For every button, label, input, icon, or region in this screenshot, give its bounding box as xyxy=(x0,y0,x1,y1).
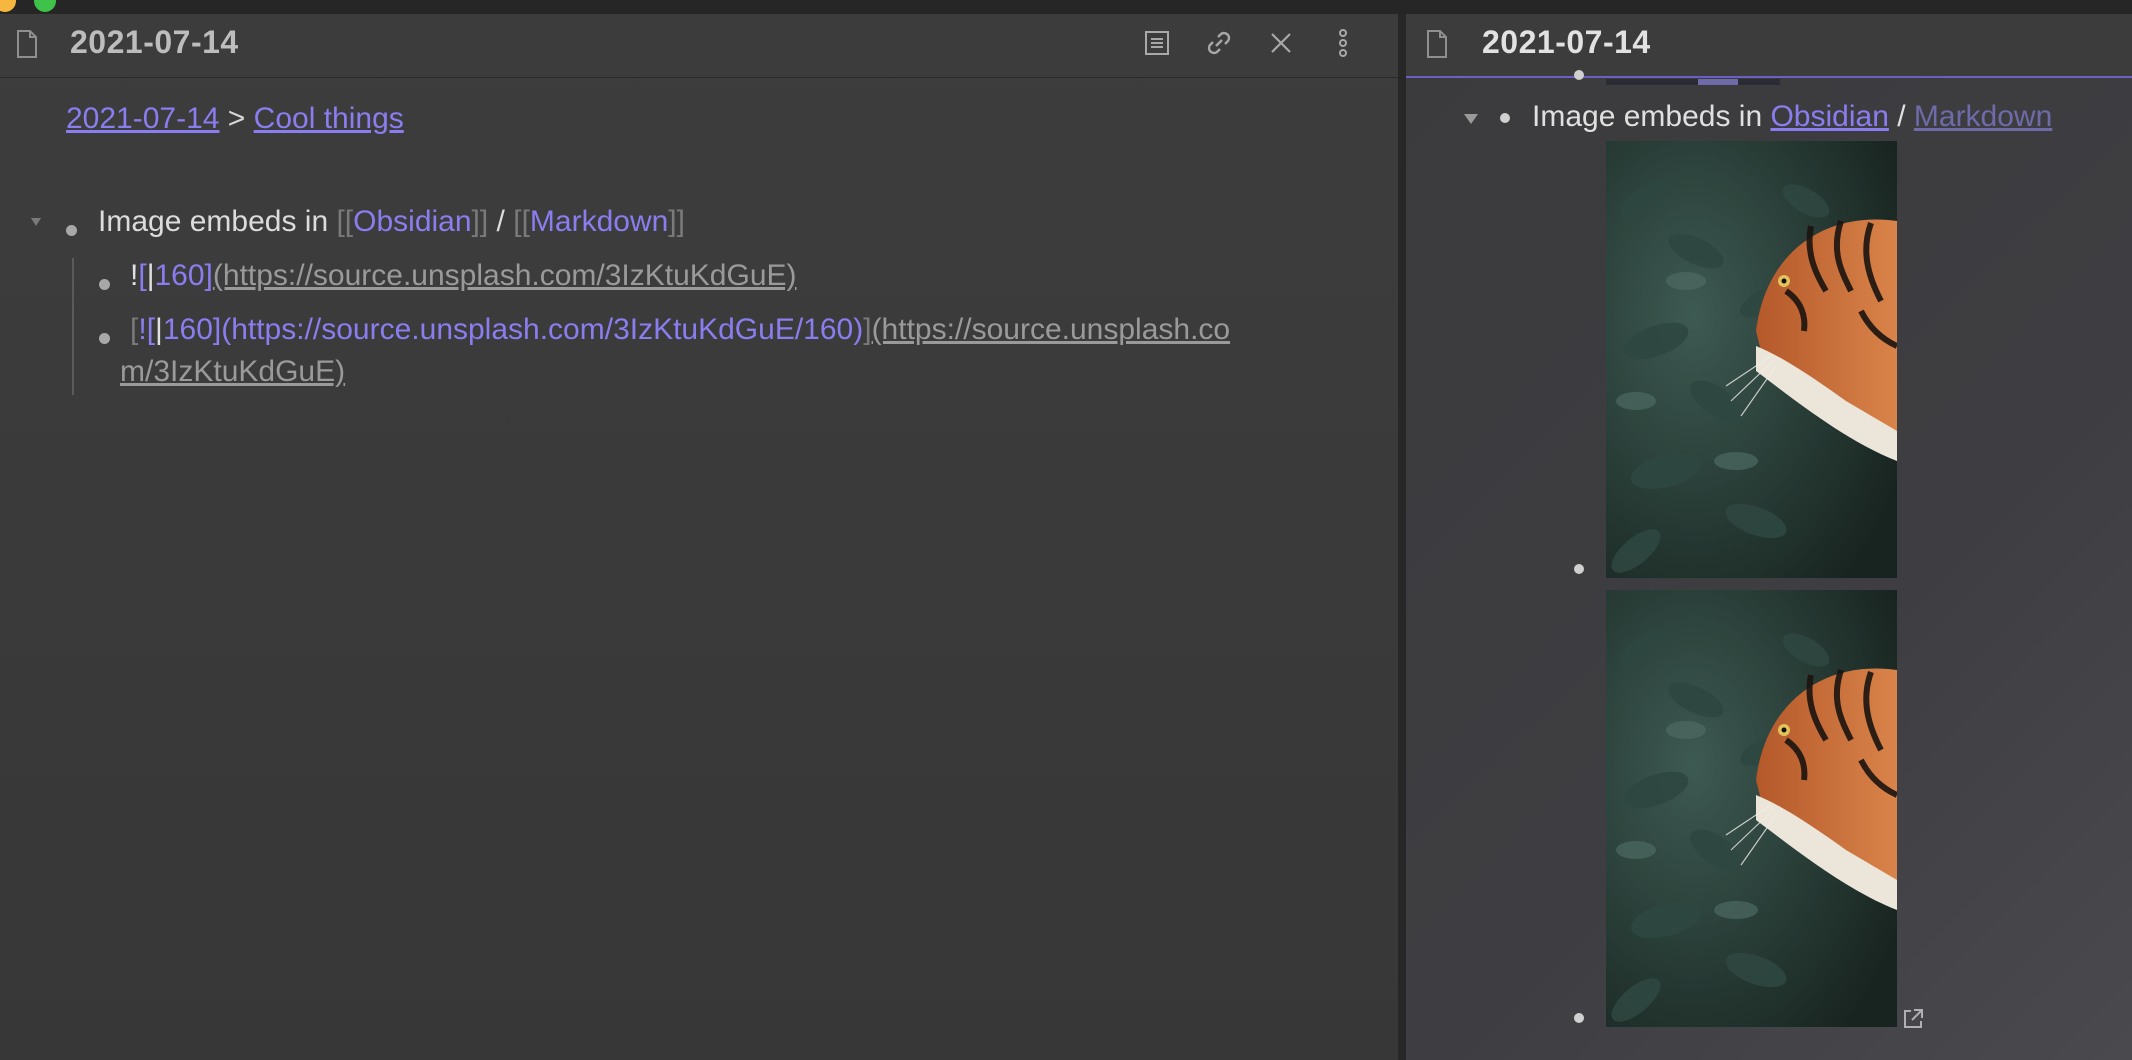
preview-slash: / xyxy=(1888,100,1914,133)
pane-title: 2021-07-14 xyxy=(70,24,239,60)
alt-open-bracket: [ xyxy=(146,313,156,346)
wikilink-obsidian[interactable]: Obsidian xyxy=(353,205,471,238)
preview-link-obsidian[interactable]: Obsidian xyxy=(1770,100,1888,133)
collapse-triangle-icon[interactable] xyxy=(1463,112,1479,130)
alt-text: 160 xyxy=(154,259,205,292)
alt-close-bracket: ] xyxy=(204,259,213,292)
preview-bullet xyxy=(1574,1013,1584,1023)
wikilink-close-bracket: ]] xyxy=(471,205,489,238)
reading-view-icon[interactable] xyxy=(1142,28,1172,58)
outline-item-child-2-wrap[interactable]: m/3IzKtuKdGuE) xyxy=(120,355,345,389)
indent-guide xyxy=(72,258,74,395)
outer-url-link[interactable]: (https://source.unsplash.co xyxy=(872,313,1231,346)
pane-title: 2021-07-14 xyxy=(1482,24,1651,60)
zoom-window-button[interactable] xyxy=(34,0,56,12)
close-icon[interactable] xyxy=(1266,28,1296,58)
preview-outline-item: Image embeds in Obsidian / Markdown xyxy=(1532,100,2052,134)
preview-text: Image embeds in xyxy=(1532,100,1771,133)
outline-bullet[interactable] xyxy=(66,225,77,236)
pane-header: 2021-07-14 xyxy=(0,14,1398,78)
breadcrumb: 2021-07-14 > Cool things xyxy=(66,102,404,136)
outline-item-child-1[interactable]: ![|160](https://source.unsplash.com/3IzK… xyxy=(130,259,797,293)
outline-slash: / xyxy=(488,205,514,238)
external-link-icon[interactable] xyxy=(1902,1008,1924,1035)
preview-link-markdown[interactable]: Markdown xyxy=(1914,100,2052,133)
outline-item-parent[interactable]: Image embeds in [[Obsidian]] / [[Markdow… xyxy=(98,205,685,239)
window-titlebar xyxy=(0,0,2132,14)
partial-embedded-image xyxy=(1606,79,1780,85)
outline-bullet[interactable] xyxy=(99,333,110,344)
wikilink-close-bracket: ]] xyxy=(668,205,685,238)
outer-url-link-wrap[interactable]: m/3IzKtuKdGuE) xyxy=(120,355,345,388)
outline-bullet[interactable] xyxy=(99,279,110,290)
pane-header: 2021-07-14 xyxy=(1406,14,2132,78)
more-vertical-icon[interactable] xyxy=(1328,28,1358,58)
outline-item-child-2[interactable]: [![|160](https://source.unsplash.com/3Iz… xyxy=(130,313,1230,347)
file-icon xyxy=(16,30,38,58)
pane-divider[interactable] xyxy=(1398,14,1406,1060)
pane-actions xyxy=(1142,28,1358,58)
text-cursor: | xyxy=(155,313,163,346)
preview-bullet xyxy=(1574,70,1584,80)
breadcrumb-date-link[interactable]: 2021-07-14 xyxy=(66,102,219,135)
embed-url-link[interactable]: (https://source.unsplash.com/3IzKtuKdGuE… xyxy=(213,259,797,292)
breadcrumb-section-link[interactable]: Cool things xyxy=(254,102,404,135)
embedded-tiger-image[interactable] xyxy=(1606,141,1897,578)
breadcrumb-separator: > xyxy=(219,102,254,135)
embedded-tiger-image-linked[interactable] xyxy=(1606,590,1897,1027)
link-icon[interactable] xyxy=(1204,28,1234,58)
wikilink-markdown[interactable]: Markdown xyxy=(530,205,668,238)
alt-open-bracket: [ xyxy=(138,259,147,292)
editor-pane-left: 2021-07-14 xyxy=(0,14,1398,1060)
file-icon xyxy=(1426,30,1448,58)
embed-bang: ! xyxy=(138,313,147,346)
collapse-triangle-icon[interactable] xyxy=(30,214,42,232)
outline-text: Image embeds in xyxy=(98,205,337,238)
wikilink-open-bracket: [[ xyxy=(336,205,354,238)
preview-bullet xyxy=(1574,564,1584,574)
preview-bullet xyxy=(1500,113,1510,123)
wikilink-open-bracket: [[ xyxy=(513,205,530,238)
link-close-bracket: ] xyxy=(863,313,872,346)
inner-embed-url: 160](https://source.unsplash.com/3IzKtuK… xyxy=(162,313,864,346)
minimize-window-button[interactable] xyxy=(0,0,16,12)
